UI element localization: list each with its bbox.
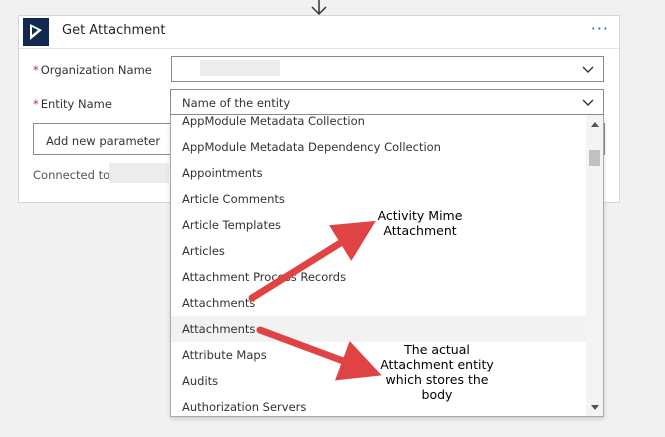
- callout-line: The actual: [404, 342, 470, 357]
- annotation-callout-activity-mime: Activity Mime Attachment: [360, 208, 480, 238]
- entity-name-select[interactable]: Name of the entity: [170, 89, 604, 115]
- card-header[interactable]: Get Attachment ···: [19, 16, 619, 49]
- callout-line: which stores the: [385, 372, 489, 387]
- connected-to-label: Connected to: [33, 168, 111, 182]
- callout-line: body: [421, 387, 453, 402]
- scroll-down-arrow-icon[interactable]: [591, 405, 599, 410]
- scroll-thumb[interactable]: [589, 150, 600, 166]
- chevron-down-icon: [582, 66, 594, 73]
- entity-name-label-text: Entity Name: [40, 97, 112, 111]
- dropdown-item[interactable]: AppModule Metadata Collection: [171, 115, 586, 134]
- organization-name-label: * Organization Name: [33, 63, 152, 77]
- dropdown-item[interactable]: Appointments: [171, 160, 586, 186]
- redacted-connection: [109, 163, 169, 183]
- dropdown-item[interactable]: AppModule Metadata Dependency Collection: [171, 134, 586, 160]
- add-new-parameter-dropdown[interactable]: Add new parameter: [33, 123, 171, 155]
- flow-down-arrow-icon: [311, 0, 327, 16]
- dropdown-item-highlighted[interactable]: Attachments: [171, 316, 586, 342]
- chevron-down-icon: [582, 99, 594, 106]
- annotation-callout-actual-attachment: The actual Attachment entity which store…: [362, 342, 512, 402]
- more-options-button[interactable]: ···: [591, 19, 609, 38]
- callout-line: Attachment: [383, 223, 457, 238]
- dynamics-logo-icon: [23, 18, 49, 46]
- dropdown-item[interactable]: Attachments: [171, 290, 586, 316]
- callout-line: Attachment entity: [380, 357, 494, 372]
- organization-name-select[interactable]: [171, 56, 604, 82]
- dropdown-item[interactable]: Articles: [171, 238, 586, 264]
- card-title: Get Attachment: [62, 23, 166, 38]
- redacted-value: [200, 60, 280, 76]
- scroll-up-arrow-icon[interactable]: [591, 122, 599, 127]
- required-marker: *: [33, 97, 39, 111]
- callout-line: Activity Mime: [377, 208, 463, 223]
- entity-name-label: * Entity Name: [33, 97, 112, 111]
- required-marker: *: [33, 63, 39, 77]
- dropdown-item[interactable]: Attachment Process Records: [171, 264, 586, 290]
- dropdown-scrollbar[interactable]: [586, 115, 603, 416]
- entity-name-placeholder: Name of the entity: [182, 96, 291, 110]
- organization-name-label-text: Organization Name: [40, 63, 152, 77]
